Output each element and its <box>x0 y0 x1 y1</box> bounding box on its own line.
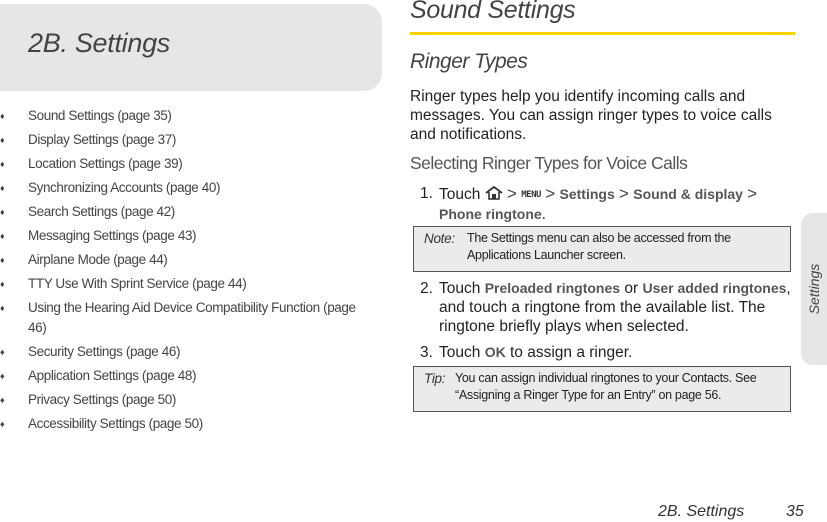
diamond-bullet-icon: ♦ <box>0 183 5 193</box>
menu-path-phone-ringtone: Phone ringtone <box>439 206 542 222</box>
diamond-bullet-icon: ♦ <box>0 371 5 381</box>
section-title: Sound Settings <box>410 0 576 24</box>
toc-item-label: Airplane Mode (page 44) <box>28 252 168 267</box>
toc-item[interactable]: ♦ TTY Use With Sprint Service (page 44) <box>0 274 380 294</box>
step-number: 2. <box>420 280 433 297</box>
tip-label: Tip: <box>424 371 446 386</box>
separator: > <box>507 184 517 203</box>
note-text: The Settings menu can also be accessed f… <box>467 231 731 262</box>
diamond-bullet-icon: ♦ <box>0 111 5 121</box>
chapter-toc: ♦ Sound Settings (page 35) ♦ Display Setti… <box>0 106 380 438</box>
diamond-bullet-icon: ♦ <box>0 419 5 429</box>
chapter-title: 2B. Settings <box>28 28 170 58</box>
separator: > <box>619 184 629 203</box>
footer-chapter: 2B. Settings <box>658 503 745 520</box>
step-text: Touch <box>439 344 481 361</box>
section-divider <box>410 32 795 35</box>
diamond-bullet-icon: ♦ <box>0 207 5 217</box>
step-text: to assign a ringer. <box>510 344 633 361</box>
diamond-bullet-icon: ♦ <box>0 303 5 313</box>
toc-item-label: Privacy Settings (page 50) <box>28 392 176 407</box>
toc-item[interactable]: ♦ Location Settings (page 39) <box>0 154 380 174</box>
subsection-title: Ringer Types <box>410 50 528 73</box>
step-number: 3. <box>420 344 433 361</box>
option-preloaded-ringtones: Preloaded ringtones <box>484 280 621 296</box>
diamond-bullet-icon: ♦ <box>0 255 5 265</box>
toc-item[interactable]: ♦ Application Settings (page 48) <box>0 366 380 386</box>
step-text: Touch <box>439 186 481 203</box>
option-user-added-ringtones: User added ringtones <box>642 280 787 296</box>
step-text: . <box>541 206 546 223</box>
page-number: 35 <box>786 503 804 520</box>
menu-key-icon: MENU <box>521 190 541 200</box>
side-tab-label: Settings <box>806 263 822 315</box>
step-text: or <box>624 280 639 297</box>
diamond-bullet-icon: ♦ <box>0 347 5 357</box>
procedure-title: Selecting Ringer Types for Voice Calls <box>410 153 688 173</box>
tip-text: You can assign individual ringtones to y… <box>455 371 757 402</box>
toc-item-label: Accessibility Settings (page 50) <box>28 416 203 431</box>
chapter-header-box: 2B. Settings <box>0 4 382 91</box>
toc-item-label: Location Settings (page 39) <box>28 156 183 171</box>
step-1: 1. Touch > MENU > Settings > Sound & dis… <box>420 184 800 224</box>
diamond-bullet-icon: ♦ <box>0 159 5 169</box>
diamond-bullet-icon: ♦ <box>0 231 5 241</box>
toc-item[interactable]: ♦ Synchronizing Accounts (page 40) <box>0 178 380 198</box>
toc-item-label: Messaging Settings (page 43) <box>28 228 197 243</box>
step-number: 1. <box>420 185 433 202</box>
toc-item-label: Display Settings (page 37) <box>28 132 176 147</box>
toc-item[interactable]: ♦ Using the Hearing Aid Device Compatibil… <box>0 298 358 338</box>
toc-item-label: Using the Hearing Aid Device Compatibili… <box>28 300 356 335</box>
toc-item[interactable]: ♦ Messaging Settings (page 43) <box>0 226 380 246</box>
toc-item[interactable]: ♦ Airplane Mode (page 44) <box>0 250 380 270</box>
toc-item-label: Application Settings (page 48) <box>28 368 197 383</box>
tip-callout: Tip: You can assign individual ringtones… <box>413 366 791 412</box>
side-tab[interactable]: Settings <box>801 213 827 365</box>
toc-item[interactable]: ♦ Accessibility Settings (page 50) <box>0 414 380 434</box>
diamond-bullet-icon: ♦ <box>0 279 5 289</box>
step-text: Touch <box>439 280 481 297</box>
toc-item[interactable]: ♦ Sound Settings (page 35) <box>0 106 380 126</box>
toc-item[interactable]: ♦ Security Settings (page 46) <box>0 342 380 362</box>
separator: > <box>545 184 556 203</box>
note-label: Note: <box>424 231 455 246</box>
toc-item[interactable]: ♦ Search Settings (page 42) <box>0 202 380 222</box>
toc-item-label: Search Settings (page 42) <box>28 204 175 219</box>
menu-path-sound-display: Sound & display <box>633 186 743 202</box>
diamond-bullet-icon: ♦ <box>0 395 5 405</box>
home-icon <box>485 186 503 200</box>
intro-paragraph: Ringer types help you identify incoming … <box>410 88 772 143</box>
toc-item-label: Sound Settings (page 35) <box>28 108 172 123</box>
step-3: 3. Touch OK to assign a ringer. <box>420 343 800 362</box>
step-2: 2. Touch Preloaded ringtones or User add… <box>420 279 800 336</box>
menu-path-settings: Settings <box>559 186 615 202</box>
separator: > <box>747 184 758 203</box>
toc-item[interactable]: ♦ Privacy Settings (page 50) <box>0 390 380 410</box>
ok-button-label: OK <box>484 344 506 360</box>
toc-item[interactable]: ♦ Display Settings (page 37) <box>0 130 380 150</box>
toc-item-label: TTY Use With Sprint Service (page 44) <box>28 276 247 291</box>
diamond-bullet-icon: ♦ <box>0 135 5 145</box>
note-callout: Note: The Settings menu can also be acce… <box>413 226 791 272</box>
toc-item-label: Synchronizing Accounts (page 40) <box>28 180 221 195</box>
toc-item-label: Security Settings (page 46) <box>28 344 181 359</box>
